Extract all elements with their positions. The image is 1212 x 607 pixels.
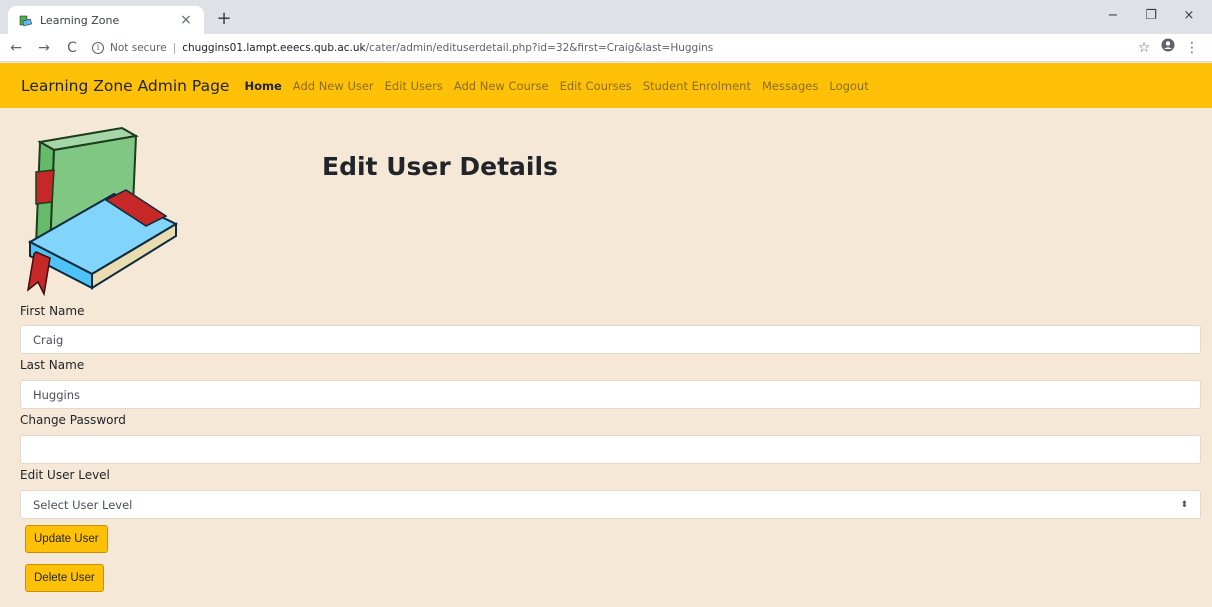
nav-item-student-enrolment[interactable]: Student Enrolment [643, 79, 751, 93]
last-name-label: Last Name [20, 358, 85, 372]
change-password-label: Change Password [20, 413, 126, 427]
first-name-field[interactable]: Craig [20, 325, 1201, 354]
browser-menu-icon[interactable]: ⋮ [1180, 36, 1204, 60]
navbar-brand[interactable]: Learning Zone Admin Page [21, 77, 229, 95]
change-password-field[interactable] [20, 435, 1201, 464]
delete-user-button[interactable]: Delete User [25, 564, 104, 592]
user-level-select[interactable]: Select User Level ⬍ [20, 490, 1201, 519]
reload-icon[interactable]: C [60, 36, 84, 60]
update-user-button[interactable]: Update User [25, 525, 108, 553]
browser-tab-bar: Learning Zone × + − ❐ × [0, 0, 1212, 34]
tab-close-icon[interactable]: × [178, 12, 194, 28]
edit-user-level-label: Edit User Level [20, 468, 110, 482]
new-tab-button[interactable]: + [212, 8, 236, 32]
tab-title: Learning Zone [40, 13, 120, 27]
site-navbar: Learning Zone Admin Page Home Add New Us… [0, 63, 1212, 108]
nav-item-edit-courses[interactable]: Edit Courses [560, 79, 632, 93]
minimize-icon[interactable]: − [1094, 4, 1132, 28]
nav-item-add-new-course[interactable]: Add New Course [454, 79, 549, 93]
bookmark-star-icon[interactable]: ☆ [1132, 36, 1156, 60]
nav-item-logout[interactable]: Logout [829, 79, 868, 93]
maximize-icon[interactable]: ❐ [1132, 4, 1170, 28]
url-path: /cater/admin/edituserdetail.php?id=32&fi… [365, 41, 714, 54]
forward-icon[interactable]: → [32, 36, 56, 60]
nav-item-add-new-user[interactable]: Add New User [293, 79, 374, 93]
browser-tab[interactable]: Learning Zone × [8, 6, 204, 34]
select-arrows-icon: ⬍ [1180, 499, 1188, 510]
nav-item-edit-users[interactable]: Edit Users [385, 79, 443, 93]
close-window-icon[interactable]: × [1170, 4, 1208, 28]
url-host: chuggins01.lampt.eeecs.qub.ac.uk [182, 41, 366, 54]
last-name-field[interactable]: Huggins [20, 380, 1201, 409]
info-icon[interactable]: i [92, 41, 104, 54]
user-level-selected-value: Select User Level [33, 497, 133, 512]
nav-item-messages[interactable]: Messages [762, 79, 818, 93]
site-favicon-icon [18, 13, 32, 27]
first-name-label: First Name [20, 304, 85, 318]
profile-icon[interactable] [1156, 36, 1180, 60]
back-icon[interactable]: ← [4, 36, 28, 60]
books-logo-image [26, 124, 186, 299]
address-bar[interactable]: i Not secure | chuggins01.lampt.eeecs.qu… [92, 37, 1132, 59]
page-title: Edit User Details [322, 152, 558, 181]
not-secure-label: Not secure [110, 41, 167, 54]
window-controls: − ❐ × [1094, 4, 1208, 28]
browser-toolbar: ← → C i Not secure | chuggins01.lampt.ee… [0, 34, 1212, 62]
address-separator: | [172, 41, 177, 54]
nav-item-home[interactable]: Home [244, 79, 281, 93]
